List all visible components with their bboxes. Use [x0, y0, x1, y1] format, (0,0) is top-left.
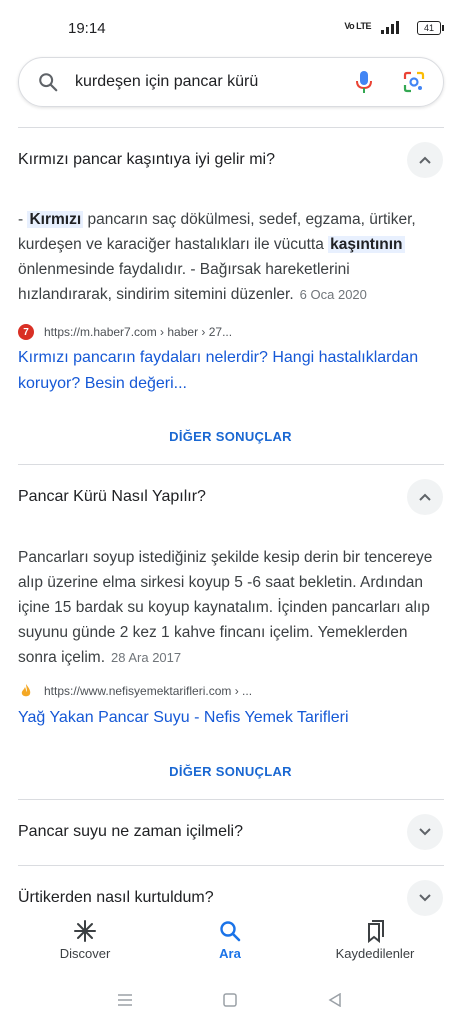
status-time: 19:14 [68, 20, 106, 37]
google-lens-icon[interactable] [403, 71, 425, 93]
status-bar: 19:14 Vo LTE 41 [0, 0, 461, 50]
search-query[interactable]: kurdeşen için pancar kürü [75, 73, 258, 91]
chevron-down-icon[interactable] [407, 880, 443, 916]
search-icon [39, 73, 58, 92]
source-url[interactable]: https://www.nefisyemektarifleri.com › ..… [44, 684, 252, 698]
highlight: Kırmızı [27, 211, 84, 228]
answer-date: 6 Oca 2020 [299, 287, 367, 302]
result-link[interactable]: Yağ Yakan Pancar Suyu - Nefis Yemek Tari… [18, 705, 438, 731]
menu-icon[interactable] [117, 993, 133, 1007]
volte-indicator: Vo LTE [344, 21, 371, 31]
system-navigation [0, 988, 461, 1012]
faq-question[interactable]: Pancar suyu ne zaman içilmeli? [18, 823, 243, 841]
source-line[interactable]: 7 https://m.haber7.com › haber › 27... [18, 323, 232, 341]
chevron-up-icon[interactable] [407, 479, 443, 515]
more-results-button[interactable]: DİĞER SONUÇLAR [0, 429, 461, 444]
microphone-icon[interactable] [355, 70, 373, 94]
divider [18, 127, 444, 128]
result-link[interactable]: Kırmızı pancarın faydaları nelerdir? Han… [18, 345, 438, 397]
faq-question[interactable]: Ürtikerden nasıl kurtuldum? [18, 889, 214, 907]
back-icon[interactable] [328, 993, 342, 1007]
nav-saved[interactable]: Kaydedilenler [300, 916, 450, 961]
signal-icon [381, 20, 403, 34]
nav-search[interactable]: Ara [155, 916, 305, 961]
nav-label: Discover [59, 946, 111, 961]
search-box[interactable]: kurdeşen için pancar kürü [18, 57, 444, 107]
faq-question[interactable]: Kırmızı pancar kaşıntıya iyi gelir mi? [18, 151, 275, 169]
nav-discover[interactable]: Discover [10, 916, 160, 961]
flame-favicon [18, 683, 34, 699]
nav-label: Ara [219, 946, 241, 961]
home-icon[interactable] [223, 993, 237, 1007]
asterisk-icon [10, 916, 160, 946]
more-results-button[interactable]: DİĞER SONUÇLAR [0, 764, 461, 779]
divider [18, 799, 444, 800]
faq-answer: - Kırmızı pancarın saç dökülmesi, sedef,… [18, 211, 416, 303]
nav-label: Kaydedilenler [335, 946, 415, 961]
chevron-down-icon[interactable] [407, 814, 443, 850]
bookmarks-icon [300, 916, 450, 946]
answer-date: 28 Ara 2017 [111, 650, 182, 665]
source-url[interactable]: https://m.haber7.com › haber › 27... [44, 325, 232, 339]
faq-question[interactable]: Pancar Kürü Nasıl Yapılır? [18, 488, 206, 506]
source-line[interactable]: https://www.nefisyemektarifleri.com › ..… [18, 682, 252, 700]
divider [18, 865, 444, 866]
faq-answer: Pancarları soyup istediğiniz şekilde kes… [18, 549, 433, 666]
bottom-navigation: Discover Ara Kaydedilenler [0, 916, 461, 976]
search-icon [155, 916, 305, 946]
haber7-favicon: 7 [18, 324, 34, 340]
divider [18, 464, 444, 465]
battery-icon: 41 [417, 21, 444, 35]
chevron-up-icon[interactable] [407, 142, 443, 178]
highlight: kaşıntının [328, 236, 405, 253]
